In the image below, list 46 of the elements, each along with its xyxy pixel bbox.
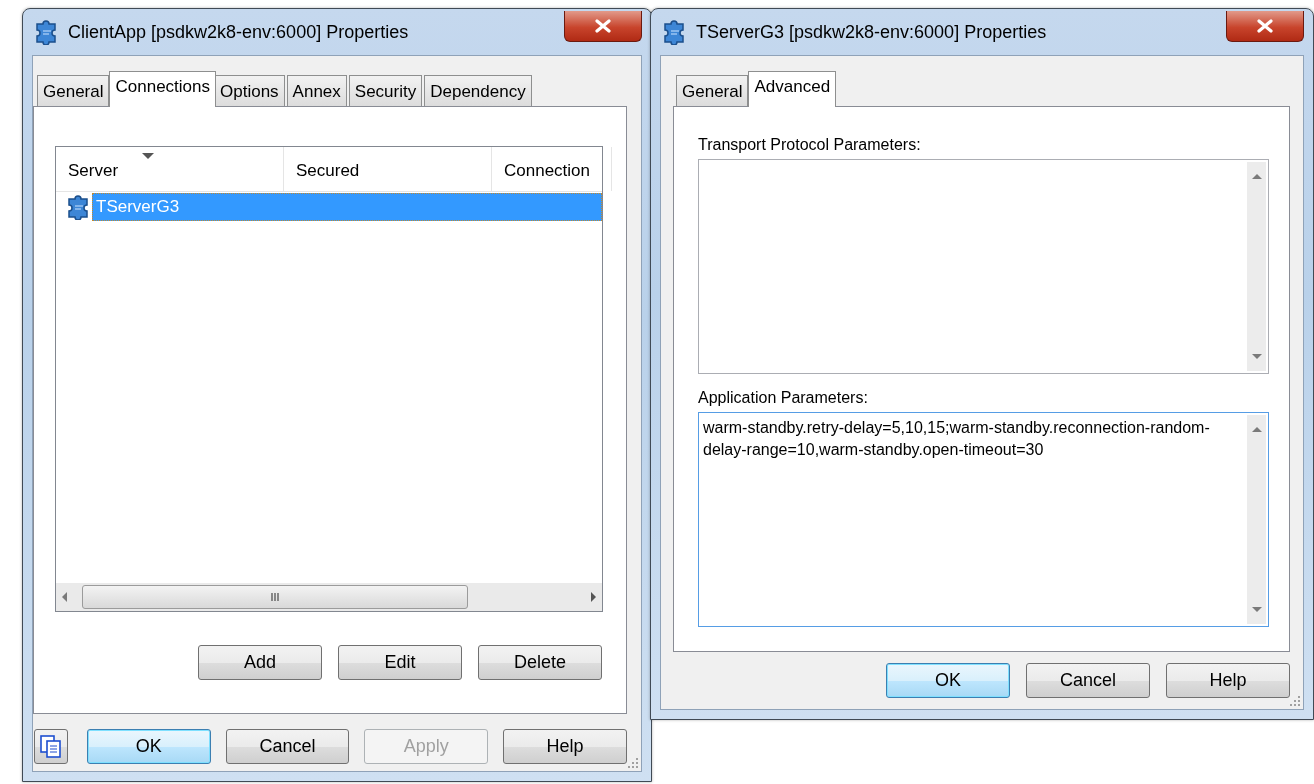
tab[interactable]: Annex (286, 75, 347, 106)
scroll-left-icon[interactable] (60, 591, 68, 603)
scroll-up-icon[interactable] (1250, 172, 1263, 180)
scroll-thumb[interactable] (82, 585, 468, 609)
resize-grip-icon[interactable] (627, 757, 639, 769)
scroll-down-icon[interactable] (1250, 606, 1263, 614)
dialog-button[interactable]: Cancel (1026, 663, 1150, 698)
dialog-button[interactable]: Help (1166, 663, 1290, 698)
dialog-button[interactable]: Cancel (225, 729, 350, 764)
horizontal-scrollbar[interactable] (56, 583, 602, 611)
scroll-right-icon[interactable] (590, 591, 598, 603)
resize-grip-icon[interactable] (1289, 695, 1301, 707)
field-label: Transport Protocol Parameters: (698, 135, 922, 155)
field-text: warm-standby.retry-delay=5,10,15;warm-standby.reconnection-random-delay-range=10,warm-standby.open-timeout=30 (702, 418, 1211, 460)
column-header[interactable]: Server (56, 147, 284, 191)
sort-arrow-icon (142, 153, 154, 160)
dialog-button[interactable]: OK (86, 729, 211, 764)
pages-icon (38, 734, 63, 759)
tab[interactable]: Security (348, 75, 423, 106)
window-title: TServerG3 [psdkw2k8-env:6000] Properties (696, 20, 1047, 44)
tab[interactable]: Advanced (748, 71, 837, 107)
scroll-up-icon[interactable] (1250, 425, 1263, 433)
column-header[interactable]: Connection (492, 147, 612, 191)
close-button[interactable] (1226, 10, 1304, 42)
tab[interactable]: General (37, 75, 110, 106)
close-icon (595, 18, 611, 33)
close-button[interactable] (564, 10, 642, 42)
scroll-down-icon[interactable] (1250, 353, 1263, 361)
dialog-button[interactable]: Help (503, 729, 627, 764)
scrollbar[interactable] (1247, 162, 1266, 371)
text-area[interactable]: warm-standby.retry-delay=5,10,15;warm-standby.reconnection-random-delay-range=10,warm-standby.open-timeout=30 (698, 412, 1269, 627)
dialog-button[interactable]: Add (198, 645, 322, 680)
pages-button[interactable] (34, 729, 68, 764)
field-label: Application Parameters: (698, 388, 869, 408)
dialog-button[interactable]: Delete (478, 645, 602, 680)
tab[interactable]: General (676, 75, 749, 106)
scrollbar[interactable] (1247, 415, 1266, 624)
dialog-button[interactable]: OK (886, 663, 1010, 698)
column-header[interactable]: Secured (284, 147, 492, 191)
tab[interactable]: Options (214, 75, 285, 106)
tab[interactable]: Connections (109, 71, 216, 107)
dialog-button[interactable]: Edit (338, 645, 462, 680)
grip-icon (271, 593, 279, 601)
tab[interactable]: Dependency (424, 75, 532, 106)
window-title: ClientApp [psdkw2k8-env:6000] Properties (68, 20, 409, 44)
close-icon (1257, 18, 1273, 33)
